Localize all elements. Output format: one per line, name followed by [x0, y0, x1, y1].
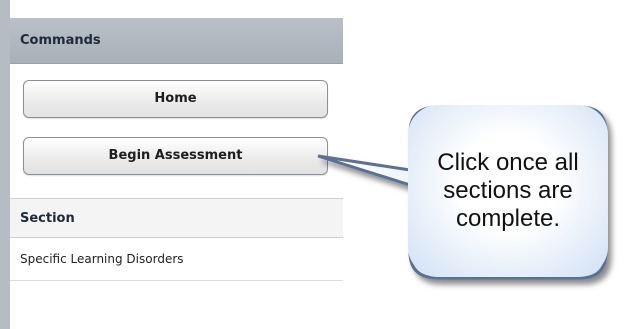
section-column-header: Section [10, 198, 343, 238]
home-button[interactable]: Home [23, 80, 328, 118]
begin-assessment-button[interactable]: Begin Assessment [23, 137, 328, 175]
callout-box: Click once all sections are complete. [408, 105, 608, 277]
section-column-title: Section [20, 211, 75, 226]
section-row-label: Specific Learning Disorders [20, 252, 184, 266]
commands-header: Commands [10, 18, 343, 64]
callout-text: Click once all sections are complete. [437, 149, 579, 232]
commands-title: Commands [20, 33, 101, 48]
left-rail [0, 0, 10, 329]
section-row[interactable]: Specific Learning Disorders [10, 239, 343, 281]
